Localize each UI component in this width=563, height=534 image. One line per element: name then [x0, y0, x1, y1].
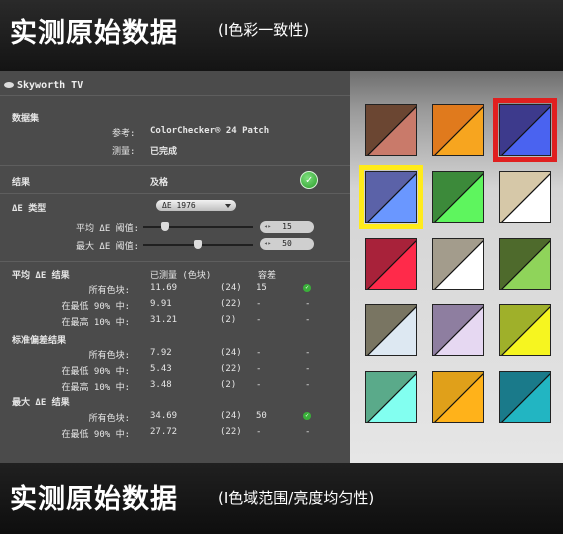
row-status: - [305, 427, 311, 437]
app-logo-icon [4, 82, 14, 88]
calibration-panel: Skyworth TV 数据集 参考: ColorChecker® 24 Pat… [0, 71, 350, 463]
row-label: 在最低 90% 中: [61, 302, 130, 312]
slider-handle[interactable] [194, 240, 202, 249]
chevron-down-icon [225, 204, 231, 208]
dataset-heading: 数据集 [12, 114, 40, 124]
color-patch [365, 238, 417, 290]
measurement-value: 已完成 [150, 147, 178, 157]
banner-title: 实测原始数据 [10, 484, 178, 515]
row-status: - [305, 348, 311, 358]
top-banner: 实测原始数据 (I色彩一致性) [0, 0, 563, 71]
result-value: 及格 [150, 178, 169, 188]
color-patch [432, 171, 484, 223]
row-status: - [305, 380, 311, 390]
measurement-label: 测量: [112, 147, 136, 157]
row-label: 所有色块: [88, 351, 130, 361]
row-status: - [305, 299, 311, 309]
reference-value: ColorChecker® 24 Patch [150, 126, 270, 136]
row-value: 27.72 [150, 427, 178, 437]
row-value: 34.69 [150, 411, 178, 421]
color-patch [499, 304, 551, 356]
reference-label: 参考: [112, 129, 136, 139]
row-label: 所有色块: [88, 414, 130, 424]
avg-threshold-label: 平均 ΔE 阈值: [76, 224, 140, 234]
row-tolerance: 50 [256, 411, 267, 421]
max-threshold-label: 最大 ΔE 阈值: [76, 242, 140, 252]
color-patch [365, 104, 417, 156]
row-tolerance: 15 [256, 283, 267, 293]
row-label: 在最高 10% 中: [61, 318, 130, 328]
color-patch [432, 304, 484, 356]
row-label: 在最低 90% 中: [61, 430, 130, 440]
delta-e-type-value: ΔE 1976 [162, 201, 196, 210]
max-threshold-slider[interactable] [143, 240, 253, 249]
row-count: (2) [220, 380, 237, 390]
bottom-banner: 实测原始数据 (I色域范围/亮度均匀性) [0, 463, 563, 534]
row-value: 3.48 [150, 380, 172, 390]
color-patch [499, 171, 551, 223]
banner-subtitle: (I色彩一致性) [218, 21, 310, 39]
check-icon: ✓ [303, 412, 311, 420]
slider-handle[interactable] [161, 222, 170, 231]
row-value: 31.21 [150, 315, 178, 325]
row-count: (24) [220, 411, 242, 421]
row-tolerance: - [256, 380, 262, 390]
row-count: (24) [220, 348, 242, 358]
stepper-arrows-icon[interactable]: ◂▸ [264, 221, 271, 233]
row-tolerance: - [256, 427, 262, 437]
row-tolerance: - [256, 348, 262, 358]
color-patch [432, 238, 484, 290]
color-patch [499, 238, 551, 290]
color-patch [365, 171, 417, 223]
row-value: 7.92 [150, 348, 172, 358]
app-title-bar: Skyworth TV [4, 80, 83, 91]
color-patch [499, 104, 551, 156]
divider [0, 261, 350, 262]
row-count: (22) [220, 299, 242, 309]
row-count: (22) [220, 427, 242, 437]
delta-e-type-dropdown[interactable]: ΔE 1976 [156, 200, 236, 211]
row-tolerance: - [256, 315, 262, 325]
row-value: 5.43 [150, 364, 172, 374]
color-patch [432, 371, 484, 423]
row-count: (2) [220, 315, 237, 325]
banner-title: 实测原始数据 [10, 18, 178, 49]
check-icon: ✓ [303, 284, 311, 292]
max-threshold-stepper[interactable]: ◂▸ 50 [260, 238, 314, 250]
max-threshold-value: 50 [282, 239, 292, 248]
row-label: 在最高 10% 中: [61, 383, 130, 393]
app-title: Skyworth TV [17, 80, 84, 91]
row-value: 9.91 [150, 299, 172, 309]
divider [0, 165, 350, 166]
color-patch-grid [350, 71, 563, 463]
section-title: 最大 ΔE 结果 [12, 398, 70, 408]
row-tolerance: - [256, 299, 262, 309]
color-patch [499, 371, 551, 423]
row-status: - [305, 315, 311, 325]
check-circle-icon: ✓ [300, 171, 318, 189]
divider [0, 95, 350, 96]
delta-e-type-label: ΔE 类型 [12, 204, 47, 214]
row-label: 所有色块: [88, 286, 130, 296]
avg-threshold-stepper[interactable]: ◂▸ 15 [260, 221, 314, 233]
row-count: (24) [220, 283, 242, 293]
measured-header: 已测量 (色块) [150, 271, 212, 281]
tolerance-header: 容差 [258, 271, 277, 281]
row-tolerance: - [256, 364, 262, 374]
avg-threshold-value: 15 [282, 222, 292, 231]
row-value: 11.69 [150, 283, 178, 293]
divider [0, 193, 350, 194]
section-title: 标准偏差结果 [12, 336, 67, 346]
stepper-arrows-icon[interactable]: ◂▸ [264, 238, 271, 250]
section-title: 平均 ΔE 结果 [12, 271, 70, 281]
color-patch [365, 304, 417, 356]
row-label: 在最低 90% 中: [61, 367, 130, 377]
color-patch [365, 371, 417, 423]
result-label: 结果 [12, 178, 31, 188]
color-patch [432, 104, 484, 156]
banner-subtitle: (I色域范围/亮度均匀性) [218, 489, 375, 507]
avg-threshold-slider[interactable] [143, 222, 253, 231]
row-status: - [305, 364, 311, 374]
row-count: (22) [220, 364, 242, 374]
